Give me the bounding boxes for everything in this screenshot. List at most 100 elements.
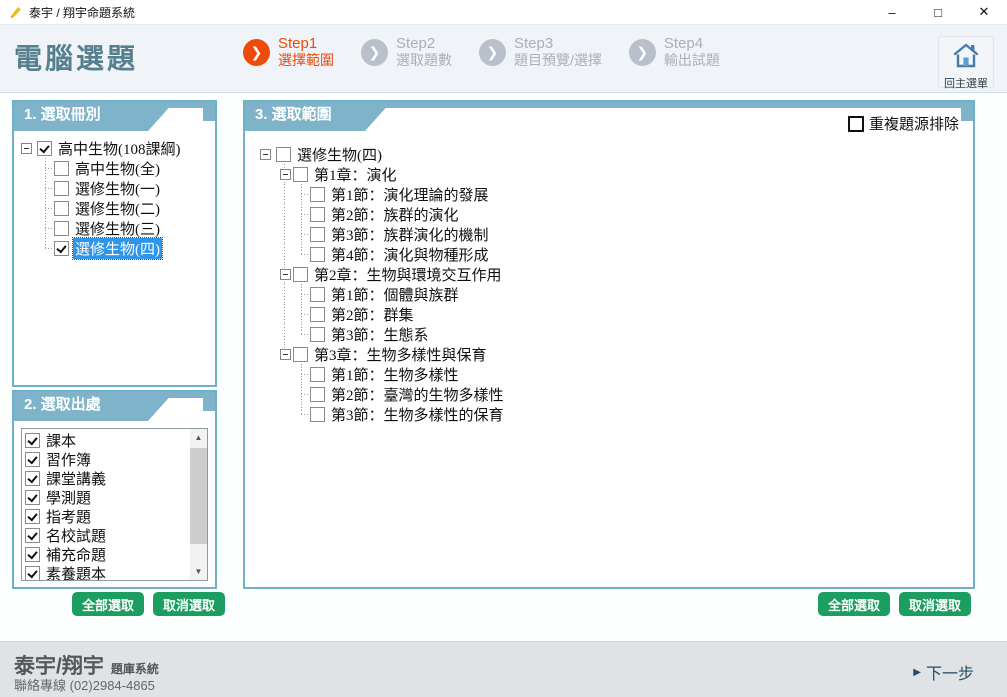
tree-label[interactable]: 高中生物(全) [73,158,162,179]
scope-tree: 選修生物(四)第1章：演化第1節：演化理論的發展第2節：族群的演化第3節：族群演… [245,131,973,424]
tree-label[interactable]: 第2節：臺灣的生物多樣性 [329,384,506,405]
tree-checkbox[interactable] [54,161,69,176]
tree-label[interactable]: 第3節：族群演化的機制 [329,224,491,245]
collapse-toggle-icon[interactable] [260,149,271,160]
tree-checkbox[interactable] [293,267,308,282]
source-label[interactable]: 學測題 [44,487,93,508]
minimize-button[interactable]: – [869,0,915,24]
tree-checkbox[interactable] [310,327,325,342]
tree-label[interactable]: 第3節：生物多樣性的保育 [329,404,506,425]
tree-checkbox[interactable] [310,367,325,382]
deselect-all-button-right[interactable]: 取消選取 [899,592,971,616]
tree-guide-line [259,344,276,364]
step-2-name: Step2 [396,36,452,52]
step-1-name: Step1 [278,36,334,52]
home-button[interactable]: 回主選單 [938,36,994,88]
next-step-button[interactable]: ▶ 下一步 [913,660,974,684]
deselect-all-button-left[interactable]: 取消選取 [153,592,225,616]
tree-checkbox[interactable] [310,187,325,202]
source-scrollbar[interactable]: ▲ ▼ [190,429,207,580]
collapse-toggle-icon[interactable] [280,349,291,360]
tree-checkbox[interactable] [310,247,325,262]
source-label[interactable]: 課本 [44,430,78,451]
scope-tree-row: 第3節：生態系 [259,324,971,344]
tree-checkbox[interactable] [54,241,69,256]
source-checkbox[interactable] [25,528,40,543]
source-label[interactable]: 課堂講義 [44,468,108,489]
select-all-button-left[interactable]: 全部選取 [72,592,144,616]
header: 電腦選題 ❯ Step1 選擇範圍 ❯ Step2 選取題數 ❯ Step3 題… [0,24,1007,93]
scrollbar-thumb[interactable] [190,448,207,544]
step-3-name: Step3 [514,36,602,52]
select-all-button-right[interactable]: 全部選取 [818,592,890,616]
tree-label[interactable]: 第1節：個體與族群 [329,284,461,305]
step-4-label: 輸出試題 [664,52,720,68]
tree-checkbox[interactable] [310,207,325,222]
source-list-item: 課本 [25,431,188,450]
collapse-toggle-icon[interactable] [21,143,32,154]
tree-checkbox[interactable] [54,181,69,196]
tree-label[interactable]: 第1章：演化 [312,164,399,185]
source-checkbox[interactable] [25,490,40,505]
tree-guide-line [276,304,293,324]
tree-checkbox[interactable] [310,407,325,422]
scroll-down-icon[interactable]: ▼ [190,563,207,580]
tree-checkbox[interactable] [293,167,308,182]
source-label[interactable]: 指考題 [44,506,93,527]
source-label[interactable]: 名校試題 [44,525,108,546]
close-button[interactable]: ✕ [961,0,1007,24]
tree-label[interactable]: 第3章：生物多樣性與保育 [312,344,489,365]
source-checkbox[interactable] [25,509,40,524]
collapse-toggle-icon[interactable] [280,269,291,280]
collapse-toggle-icon[interactable] [280,169,291,180]
tree-label[interactable]: 第2節：群集 [329,304,416,325]
source-list-item: 課堂講義 [25,469,188,488]
source-label[interactable]: 素養題本 [44,563,108,581]
tree-label[interactable]: 選修生物(四) [73,238,162,259]
tree-checkbox[interactable] [310,387,325,402]
tree-label[interactable]: 第1節：演化理論的發展 [329,184,491,205]
volume-tree-row: 選修生物(二) [20,198,213,218]
tree-guide-line [259,304,276,324]
source-checkbox[interactable] [25,452,40,467]
tree-label[interactable]: 高中生物(108課綱) [56,138,183,159]
window-titlebar: 泰宇 / 翔宇命題系統 – □ ✕ [0,0,1007,24]
step-4-name: Step4 [664,36,720,52]
tree-connector [37,158,54,178]
tree-checkbox[interactable] [310,287,325,302]
dedupe-checkbox[interactable] [848,116,864,132]
source-label[interactable]: 習作簿 [44,449,93,470]
tree-label[interactable]: 第2章：生物與環境交互作用 [312,264,504,285]
source-label[interactable]: 補充命題 [44,544,108,565]
source-checkbox[interactable] [25,471,40,486]
right-panel-buttons: 全部選取 取消選取 [746,592,971,616]
panel-2-title: 2. 選取出處 [14,392,174,421]
scroll-up-icon[interactable]: ▲ [190,429,207,446]
tree-checkbox[interactable] [310,307,325,322]
tree-guide-line [259,404,276,424]
tree-label[interactable]: 第4節：演化與物種形成 [329,244,491,265]
tree-label[interactable]: 選修生物(三) [73,218,162,239]
tree-label[interactable]: 第3節：生態系 [329,324,431,345]
tree-label[interactable]: 第1節：生物多樣性 [329,364,461,385]
scope-tree-row: 第1節：個體與族群 [259,284,971,304]
tree-checkbox[interactable] [310,227,325,242]
source-checkbox[interactable] [25,433,40,448]
tree-checkbox[interactable] [37,141,52,156]
tree-checkbox[interactable] [276,147,291,162]
tree-guide-line [259,324,276,344]
maximize-button[interactable]: □ [915,0,961,24]
tree-label[interactable]: 第2節：族群的演化 [329,204,461,225]
step-3-label: 題目預覽/選擇 [514,52,602,68]
tree-checkbox[interactable] [293,347,308,362]
tree-checkbox[interactable] [54,221,69,236]
source-checkbox[interactable] [25,566,40,581]
tree-label[interactable]: 選修生物(二) [73,198,162,219]
tree-checkbox[interactable] [54,201,69,216]
tree-label[interactable]: 選修生物(一) [73,178,162,199]
tree-connector [293,304,310,324]
panel-1-title: 1. 選取冊別 [14,102,174,131]
tree-label[interactable]: 選修生物(四) [295,144,384,165]
home-icon [951,41,981,74]
source-checkbox[interactable] [25,547,40,562]
